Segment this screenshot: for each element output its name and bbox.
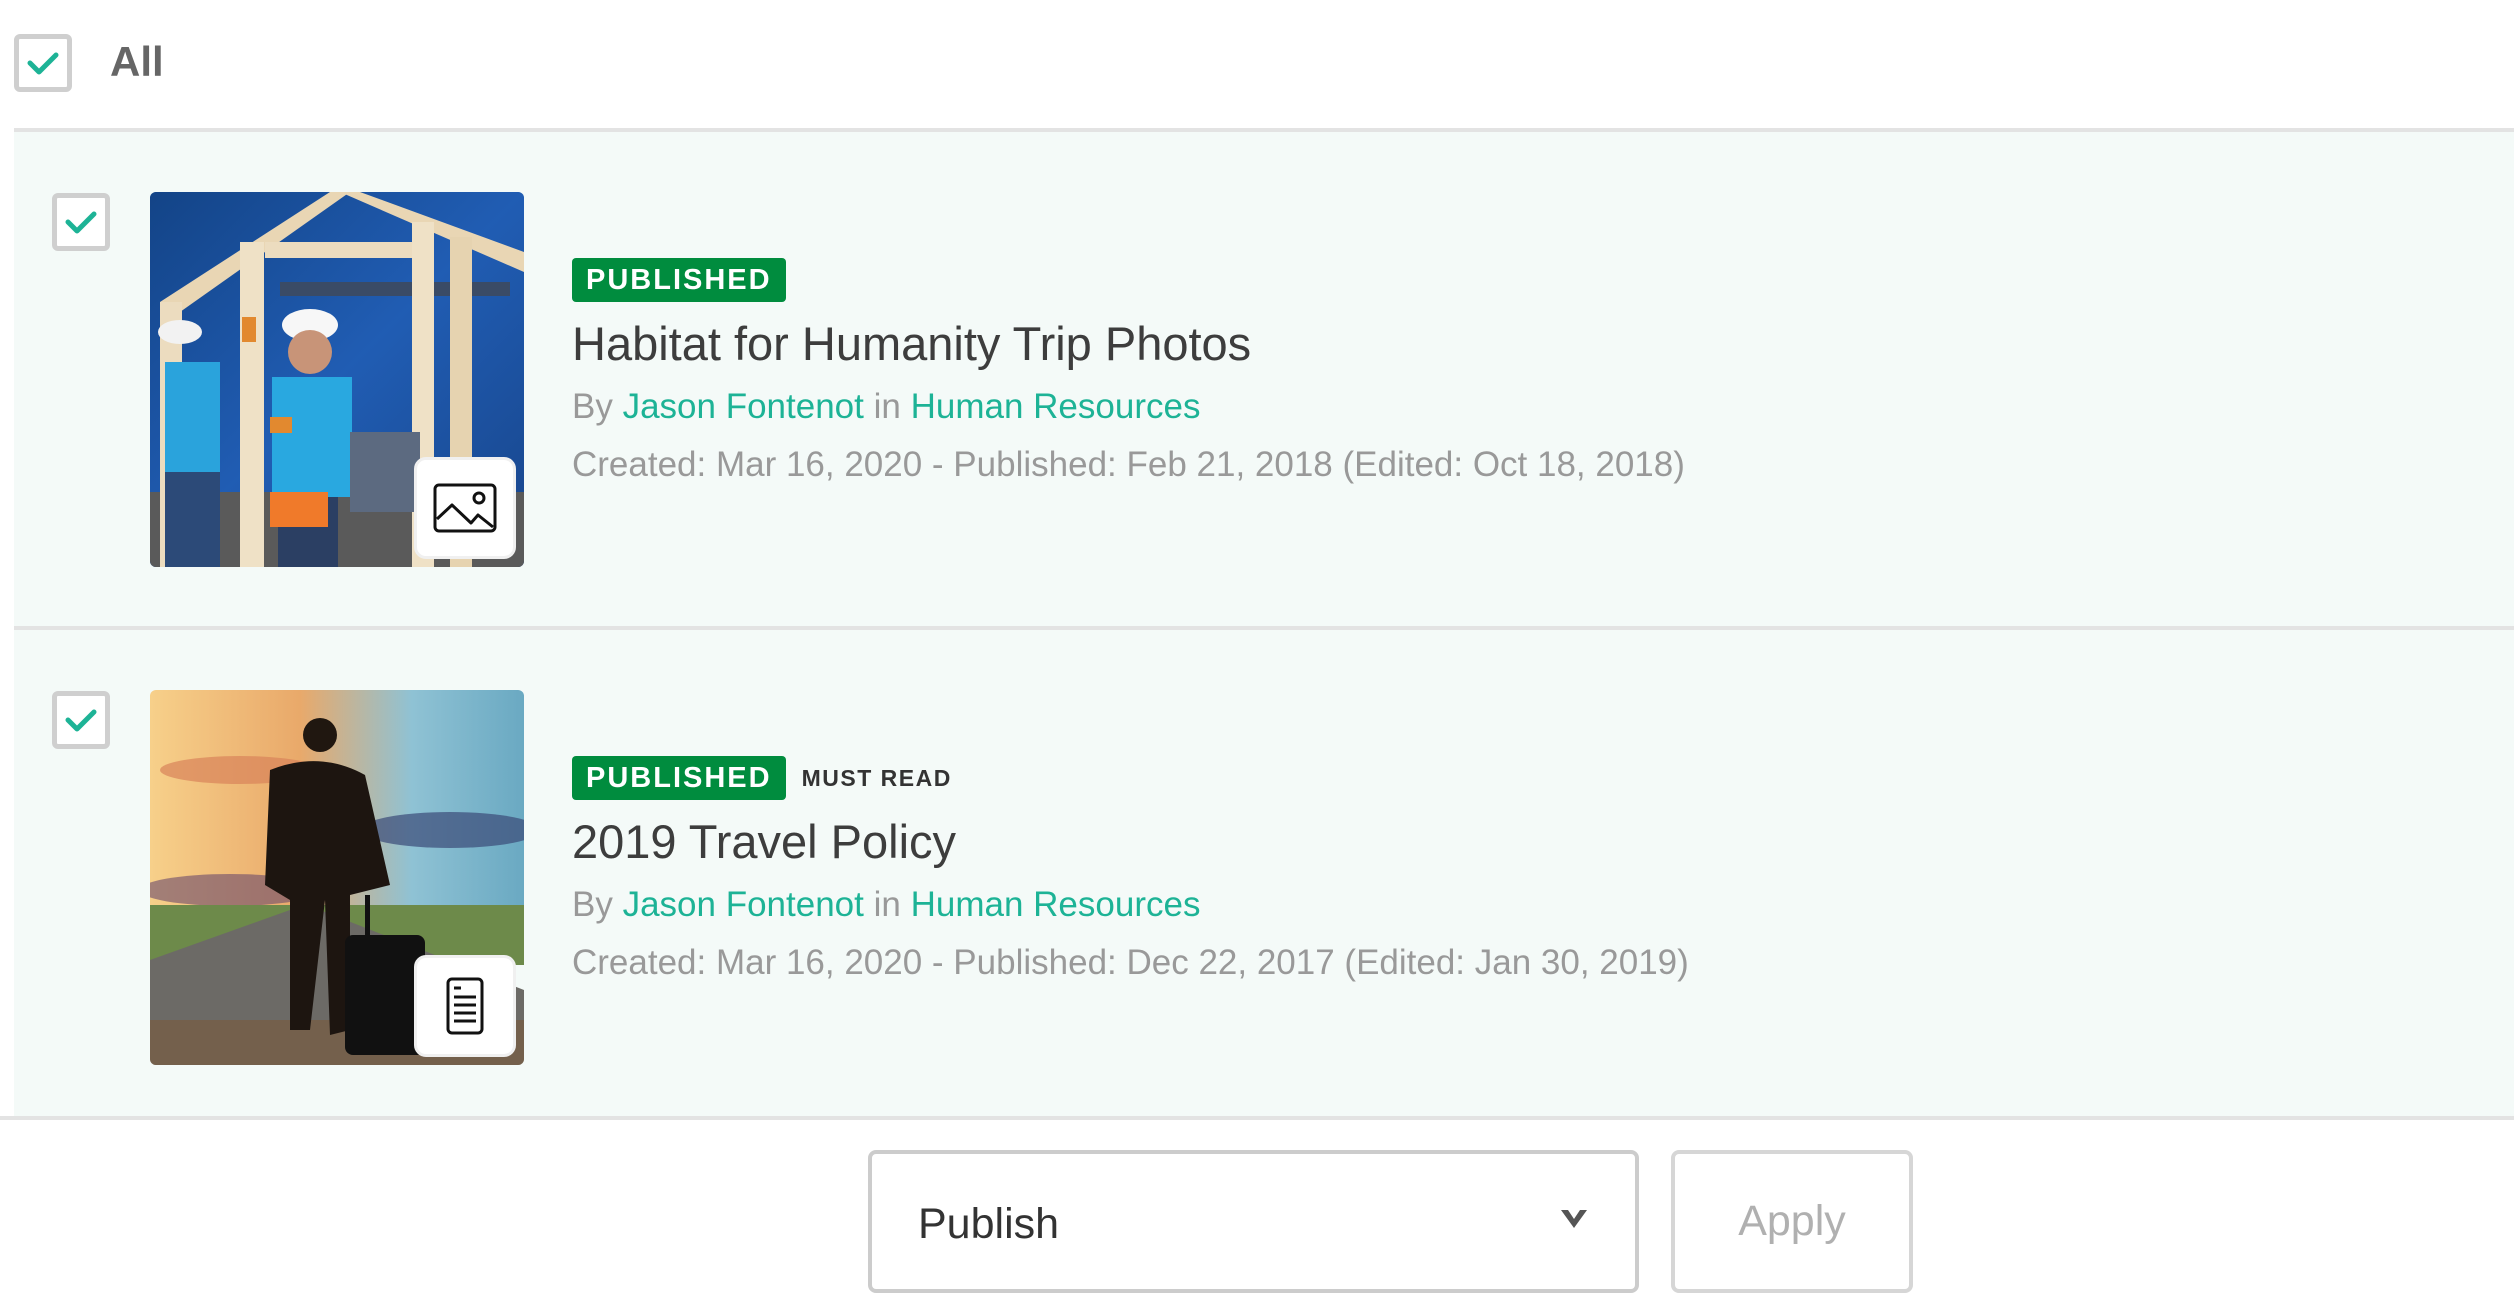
item-checkbox[interactable] <box>52 691 110 749</box>
status-badge: PUBLISHED <box>572 756 786 800</box>
chevron-down-icon <box>1561 1210 1587 1228</box>
document-icon <box>446 977 484 1035</box>
item-thumbnail[interactable] <box>150 690 524 1065</box>
list-item: PUBLISHED MUST READ 2019 Travel Policy B… <box>14 626 2514 1116</box>
bulk-action-value: Publish <box>918 1200 1060 1248</box>
in-word: in <box>873 387 901 426</box>
item-meta: PUBLISHED MUST READ 2019 Travel Policy B… <box>572 756 1689 983</box>
select-all-label: All <box>110 38 164 85</box>
checkmark-icon <box>65 709 97 732</box>
author-link[interactable]: Jason Fontenot <box>623 387 864 426</box>
content-list: PUBLISHED Habitat for Humanity Trip Phot… <box>14 128 2514 1116</box>
badges: PUBLISHED MUST READ <box>572 756 1689 800</box>
must-read-flag: MUST READ <box>801 764 952 791</box>
list-item: PUBLISHED Habitat for Humanity Trip Phot… <box>14 128 2514 626</box>
apply-button[interactable]: Apply <box>1671 1150 1913 1293</box>
category-link[interactable]: Human Resources <box>911 885 1201 924</box>
item-byline: By Jason Fontenot in Human Resources <box>572 387 1685 427</box>
checkmark-icon <box>65 211 97 234</box>
item-title[interactable]: Habitat for Humanity Trip Photos <box>572 316 1685 371</box>
image-icon <box>433 483 497 533</box>
in-word: in <box>873 885 901 924</box>
by-prefix: By <box>572 387 613 426</box>
select-all-row: All <box>0 0 2514 128</box>
item-checkbox[interactable] <box>52 193 110 251</box>
content-type-badge <box>414 955 516 1057</box>
bulk-action-bar: Publish Apply <box>0 1116 2514 1310</box>
bulk-action-select[interactable]: Publish <box>868 1150 1639 1293</box>
badges: PUBLISHED <box>572 258 1685 302</box>
item-meta: PUBLISHED Habitat for Humanity Trip Phot… <box>572 258 1685 485</box>
checkmark-icon <box>27 52 59 75</box>
item-dates: Created: Mar 16, 2020 - Published: Feb 2… <box>572 445 1685 484</box>
select-all-checkbox[interactable] <box>14 34 72 92</box>
item-dates: Created: Mar 16, 2020 - Published: Dec 2… <box>572 943 1689 982</box>
category-link[interactable]: Human Resources <box>911 387 1201 426</box>
item-byline: By Jason Fontenot in Human Resources <box>572 885 1689 925</box>
author-link[interactable]: Jason Fontenot <box>623 885 864 924</box>
by-prefix: By <box>572 885 613 924</box>
content-type-badge <box>414 457 516 559</box>
item-thumbnail[interactable] <box>150 192 524 567</box>
status-badge: PUBLISHED <box>572 258 786 302</box>
item-title[interactable]: 2019 Travel Policy <box>572 814 1689 869</box>
